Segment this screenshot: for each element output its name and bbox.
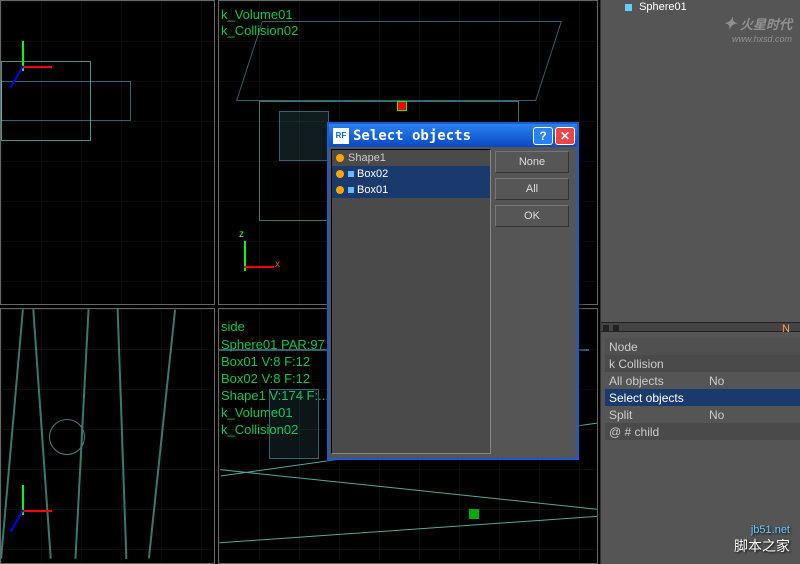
- node-icon: [625, 4, 632, 11]
- column-n-label: N: [782, 323, 796, 335]
- watermark-top: ✦ 火星时代 www.hxsd.com: [723, 14, 792, 44]
- table-header: Node: [605, 338, 800, 355]
- bullet-icon: [336, 186, 344, 194]
- viewport-object-label: Box02 V:8 F:12: [221, 371, 310, 386]
- pivot-gizmo[interactable]: [469, 509, 479, 519]
- list-item-label: Box02: [357, 168, 388, 180]
- prop-name: Split: [605, 408, 705, 422]
- node-header-label: Node: [605, 340, 705, 354]
- list-item-label: Shape1: [348, 152, 386, 164]
- prop-name: Select objects: [605, 391, 800, 405]
- none-button[interactable]: None: [495, 151, 569, 173]
- list-item-selected[interactable]: Box02: [332, 166, 490, 182]
- table-row[interactable]: All objects No: [605, 372, 800, 389]
- table-footer: @ # child: [605, 423, 800, 440]
- list-item-label: Box01: [357, 184, 388, 196]
- select-objects-dialog: RF Select objects ? ✕ Shape1 Box02 Box01…: [327, 122, 579, 460]
- scene-tree-item[interactable]: Sphere01: [601, 0, 800, 14]
- prop-value: No: [705, 374, 800, 388]
- viewport-object-label: Box01 V:8 F:12: [221, 354, 310, 369]
- object-list[interactable]: Shape1 Box02 Box01: [331, 149, 491, 454]
- list-item[interactable]: Shape1: [332, 150, 490, 166]
- watermark-bottom: jb51.net 脚本之家: [734, 524, 790, 556]
- prop-value: No: [705, 408, 800, 422]
- mesh-icon: [348, 187, 354, 193]
- tree-item-label: Sphere01: [639, 1, 687, 13]
- axis-y-label: z: [239, 229, 244, 240]
- viewport-object-label: k_Volume01: [221, 7, 293, 22]
- table-section[interactable]: k Collision: [605, 355, 800, 372]
- axis-x-label: x: [275, 259, 280, 270]
- pivot-gizmo[interactable]: [397, 101, 407, 111]
- help-button[interactable]: ?: [533, 127, 553, 145]
- dialog-titlebar[interactable]: RF Select objects ? ✕: [329, 124, 577, 147]
- table-row[interactable]: Split No: [605, 406, 800, 423]
- footer-label: @ # child: [605, 425, 800, 439]
- table-row-selected[interactable]: Select objects: [605, 389, 800, 406]
- dialog-buttons: None All OK: [491, 147, 573, 456]
- viewport-top-left[interactable]: [0, 0, 215, 305]
- all-button[interactable]: All: [495, 178, 569, 200]
- app-icon: RF: [333, 128, 349, 144]
- viewport-name-label: side: [221, 319, 245, 334]
- right-panel: Sphere01 N Node k Collision All objects …: [600, 0, 800, 564]
- ok-button[interactable]: OK: [495, 205, 569, 227]
- dialog-title: Select objects: [353, 128, 531, 144]
- section-label: k Collision: [605, 357, 800, 371]
- close-button[interactable]: ✕: [555, 127, 575, 145]
- prop-name: All objects: [605, 374, 705, 388]
- list-item-selected[interactable]: Box01: [332, 182, 490, 198]
- mesh-icon: [348, 171, 354, 177]
- bullet-icon: [336, 154, 344, 162]
- node-properties-table: Node k Collision All objects No Select o…: [605, 338, 800, 440]
- panel-splitter[interactable]: N: [601, 322, 800, 332]
- bullet-icon: [336, 170, 344, 178]
- viewport-bottom-left[interactable]: [0, 308, 215, 564]
